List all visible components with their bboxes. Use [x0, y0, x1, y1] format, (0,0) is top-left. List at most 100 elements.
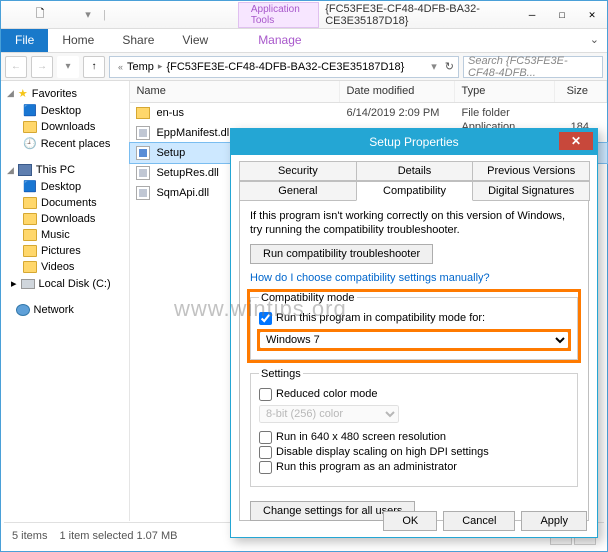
open-quick-icon[interactable] — [53, 5, 75, 25]
tree-recent[interactable]: 🕘Recent places — [1, 135, 129, 152]
nav-tree[interactable]: ◢★Favorites 🟦Desktop Downloads 🕘Recent p… — [1, 81, 130, 521]
tree-network[interactable]: ▸Network — [1, 302, 129, 318]
disk-icon — [21, 279, 35, 289]
dialog-title: Setup Properties — [369, 135, 458, 149]
dll-icon — [136, 186, 150, 200]
compat-mode-check-row[interactable]: Run this program in compatibility mode f… — [259, 312, 569, 325]
breadcrumb[interactable]: « Temp ▸ {FC53FE3E-CF48-4DFB-BA32-CE3E35… — [109, 56, 459, 78]
minimize-button[interactable]: — — [517, 5, 547, 25]
dll-icon — [136, 166, 150, 180]
exe-icon — [136, 146, 150, 160]
tab-digital-signatures[interactable]: Digital Signatures — [472, 181, 590, 201]
tab-general[interactable]: General — [239, 181, 357, 201]
disable-dpi-row[interactable]: Disable display scaling on high DPI sett… — [259, 446, 569, 459]
tab-file[interactable]: File — [1, 29, 48, 52]
file-row[interactable]: en-us 6/14/2019 2:09 PM File folder — [130, 103, 607, 123]
settings-legend: Settings — [259, 368, 303, 380]
tab-security[interactable]: Security — [239, 161, 357, 181]
recent-icon: 🕘 — [23, 137, 37, 150]
folder-icon — [23, 245, 37, 257]
settings-group: Settings Reduced color mode 8-bit (256) … — [250, 368, 578, 487]
tab-details[interactable]: Details — [356, 161, 474, 181]
compat-os-select[interactable]: Windows 7 — [259, 331, 569, 349]
tab-previous-versions[interactable]: Previous Versions — [472, 161, 590, 181]
cancel-button[interactable]: Cancel — [443, 511, 515, 531]
status-selection: 1 item selected 1.07 MB — [59, 530, 177, 542]
pc-icon — [18, 164, 32, 176]
tab-home[interactable]: Home — [48, 29, 108, 52]
up-button[interactable]: ↑ — [83, 56, 105, 78]
ribbon-expand-icon[interactable]: ⌄ — [582, 29, 607, 52]
desktop-icon: 🟦 — [23, 104, 37, 117]
folder-icon — [23, 121, 37, 133]
tree-documents[interactable]: Documents — [1, 195, 129, 211]
status-items: 5 items — [12, 530, 47, 542]
qa-overflow-icon[interactable]: ▾ — [77, 5, 99, 25]
run-admin-checkbox[interactable] — [259, 461, 272, 474]
run-640-checkbox[interactable] — [259, 431, 272, 444]
run-640-row[interactable]: Run in 640 x 480 screen resolution — [259, 431, 569, 444]
tab-compatibility[interactable]: Compatibility — [356, 181, 474, 201]
dialog-title-bar[interactable]: Setup Properties ✕ — [231, 129, 597, 155]
compat-mode-checkbox[interactable] — [259, 312, 272, 325]
tree-pictures[interactable]: Pictures — [1, 243, 129, 259]
search-input[interactable]: Search {FC53FE3E-CF48-4DFB... — [463, 56, 603, 78]
contextual-tab-group: Application Tools — [238, 2, 319, 28]
compat-mode-legend: Compatibility mode — [259, 292, 357, 304]
folder-icon — [23, 229, 37, 241]
chevron-right-icon: ▸ — [158, 61, 163, 72]
folder-icon — [23, 213, 37, 225]
tree-favorites[interactable]: ◢★Favorites — [1, 85, 129, 102]
refresh-icon[interactable]: ↻ — [445, 60, 454, 73]
tab-manage[interactable]: Manage — [244, 29, 315, 52]
column-name[interactable]: Name — [130, 81, 340, 102]
folder-icon — [5, 5, 27, 25]
forward-button[interactable]: → — [31, 56, 53, 78]
compat-description: If this program isn't working correctly … — [250, 209, 578, 238]
column-type[interactable]: Type — [455, 81, 555, 102]
back-button[interactable]: ← — [5, 56, 27, 78]
tree-localdisk[interactable]: ▸Local Disk (C:) — [1, 275, 129, 292]
dialog-close-button[interactable]: ✕ — [559, 132, 593, 150]
breadcrumb-seg[interactable]: Temp — [127, 61, 154, 73]
network-icon — [16, 304, 30, 316]
folder-icon — [136, 107, 150, 119]
disable-dpi-checkbox[interactable] — [259, 446, 272, 459]
star-icon: ★ — [18, 87, 28, 100]
desktop-icon: 🟦 — [23, 180, 37, 193]
folder-icon — [23, 261, 37, 273]
folder-icon — [23, 197, 37, 209]
props-quick-icon[interactable]: 🗋 — [29, 5, 51, 25]
close-button[interactable]: ✕ — [577, 5, 607, 25]
tree-thispc[interactable]: ◢This PC — [1, 162, 129, 178]
maximize-button[interactable]: ☐ — [547, 5, 577, 25]
compat-help-link[interactable]: How do I choose compatibility settings m… — [250, 272, 490, 284]
reduced-color-row[interactable]: Reduced color mode — [259, 388, 569, 401]
tab-share[interactable]: Share — [108, 29, 168, 52]
search-placeholder: Search {FC53FE3E-CF48-4DFB... — [468, 55, 598, 79]
apply-button[interactable]: Apply — [521, 511, 587, 531]
tree-desktop[interactable]: 🟦Desktop — [1, 102, 129, 119]
tree-downloads2[interactable]: Downloads — [1, 211, 129, 227]
tree-music[interactable]: Music — [1, 227, 129, 243]
tree-downloads[interactable]: Downloads — [1, 119, 129, 135]
column-date[interactable]: Date modified — [340, 81, 455, 102]
tree-desktop2[interactable]: 🟦Desktop — [1, 178, 129, 195]
reduced-color-checkbox[interactable] — [259, 388, 272, 401]
dll-icon — [136, 126, 150, 140]
run-troubleshooter-button[interactable]: Run compatibility troubleshooter — [250, 244, 433, 264]
run-admin-row[interactable]: Run this program as an administrator — [259, 461, 569, 474]
compat-mode-group: Compatibility mode Run this program in c… — [250, 292, 578, 360]
application-tools-label: Application Tools — [238, 2, 319, 28]
properties-dialog: Setup Properties ✕ Security Details Prev… — [230, 128, 598, 538]
window-title: {FC53FE3E-CF48-4DFB-BA32-CE3E35187D18} — [325, 3, 517, 27]
chevron-right-icon[interactable]: « — [118, 62, 123, 72]
tree-videos[interactable]: Videos — [1, 259, 129, 275]
tab-view[interactable]: View — [168, 29, 222, 52]
address-dropdown-icon[interactable]: ▾ — [431, 60, 437, 73]
ok-button[interactable]: OK — [383, 511, 437, 531]
color-depth-select: 8-bit (256) color — [259, 405, 399, 423]
breadcrumb-seg[interactable]: {FC53FE3E-CF48-4DFB-BA32-CE3E35187D18} — [166, 61, 404, 73]
column-size[interactable]: Size — [555, 81, 607, 102]
recent-locations-button[interactable]: ▾ — [57, 56, 79, 78]
